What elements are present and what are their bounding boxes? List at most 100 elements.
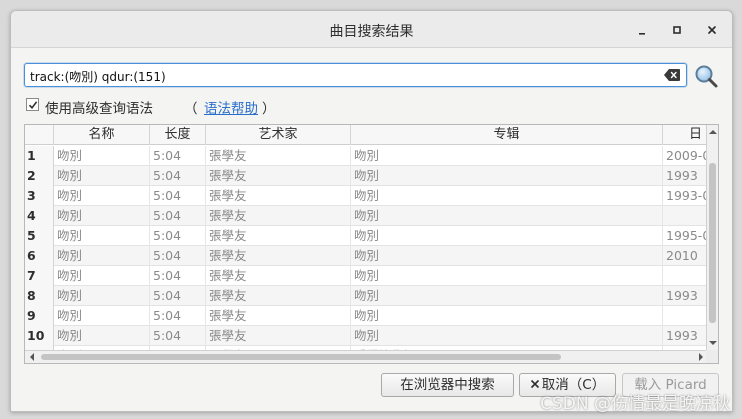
cell-album: 吻別 [351, 326, 663, 346]
cell-date [663, 306, 708, 326]
window-title: 曲目搜索结果 [329, 24, 414, 40]
cell-index: 1 [25, 146, 54, 166]
scrollbar-corner [706, 350, 718, 363]
cell-album: 吻別 [351, 166, 663, 186]
search-in-browser-button[interactable]: 在浏览器中搜索 [381, 373, 514, 397]
help-paren-open: （ [184, 101, 198, 117]
cell-length: 5:04 [150, 286, 206, 306]
cell-name: 吻別 [54, 226, 150, 246]
table-row[interactable]: 2 吻別 5:04 張學友 吻別 1993 [25, 166, 708, 186]
cell-artist: 張學友 [206, 206, 351, 226]
cell-index: 10 [25, 326, 54, 346]
cell-name: 吻別 [54, 186, 150, 206]
cell-album: 吻別 [351, 146, 663, 166]
checkmark-icon [28, 101, 38, 110]
cell-artist: 張學友 [206, 286, 351, 306]
vertical-scrollbar[interactable] [706, 125, 718, 351]
table-row[interactable]: 8 吻別 5:04 張學友 吻別 1993 [25, 286, 708, 306]
table-row[interactable]: 5 吻別 5:04 張學友 吻別 1995-0 [25, 226, 708, 246]
cell-artist: 張學友 [206, 246, 351, 266]
cell-album: 吻別 [351, 286, 663, 306]
cell-length: 5:04 [150, 326, 206, 346]
column-header-index[interactable] [25, 125, 54, 145]
table-row[interactable]: 1 吻別 5:04 張學友 吻別 2009-0 [25, 146, 708, 166]
vertical-scroll-thumb[interactable] [709, 163, 716, 323]
column-header-album[interactable]: 专辑 [351, 125, 663, 145]
table-row[interactable]: 10 吻別 5:04 張學友 吻別 1993 [25, 326, 708, 346]
cell-name: 吻別 [54, 206, 150, 226]
cell-date: 1993-0 [663, 186, 708, 206]
syntax-help-link[interactable]: 语法帮助 [204, 97, 258, 117]
scroll-down-icon[interactable] [709, 339, 717, 347]
cell-index: 3 [25, 186, 54, 206]
column-header-length[interactable]: 长度 [150, 125, 206, 145]
cell-artist: 張學友 [206, 306, 351, 326]
cell-length: 5:04 [150, 266, 206, 286]
cell-album: 吻別 [351, 226, 663, 246]
minimize-button[interactable] [631, 19, 653, 41]
table-body: 1 吻別 5:04 張學友 吻別 2009-0 2 吻別 5:04 張學友 吻別 1993 3 吻別 5:0… [25, 146, 708, 351]
cell-artist: 張學友 [206, 186, 351, 206]
cell-artist: 張學友 [206, 326, 351, 346]
table-row[interactable]: 4 吻別 5:04 張學友 吻別 [25, 206, 708, 226]
search-query-text[interactable]: track:(吻別) qdur:(151) [30, 68, 166, 85]
cell-date [663, 266, 708, 286]
cell-index: 4 [25, 206, 54, 226]
help-paren-close: ） [262, 101, 276, 117]
results-table: 名称 长度 艺术家 专辑 日 1 吻別 5:04 張學友 吻別 2009-0 2 吻別 5:04… [24, 124, 719, 364]
cell-date: 1995-0 [663, 226, 708, 246]
search-input[interactable]: track:(吻別) qdur:(151) [24, 63, 687, 87]
table-row[interactable]: 6 吻別 5:04 張學友 吻別 2010 [25, 246, 708, 266]
cell-album: 吻別 [351, 246, 663, 266]
table-row[interactable]: 7 吻別 5:04 張學友 吻別 [25, 266, 708, 286]
search-icon[interactable] [693, 63, 719, 89]
minimize-icon [639, 33, 645, 35]
cell-album: 吻別 [351, 306, 663, 326]
horizontal-scroll-thumb[interactable] [41, 354, 561, 360]
close-icon [708, 26, 716, 34]
search-row: track:(吻別) qdur:(151) [24, 63, 719, 91]
cell-index: 9 [25, 306, 54, 326]
cell-length: 5:04 [150, 306, 206, 326]
column-header-name[interactable]: 名称 [54, 125, 150, 145]
horizontal-scrollbar[interactable] [25, 350, 708, 363]
cell-album: 吻別 [351, 266, 663, 286]
cell-date: 1993 [663, 326, 708, 346]
cell-name: 吻別 [54, 286, 150, 306]
cell-name: 吻別 [54, 326, 150, 346]
clear-icon[interactable] [664, 69, 680, 81]
advanced-syntax-label: 使用高级查询语法 [45, 101, 153, 117]
cell-length: 5:04 [150, 246, 206, 266]
cell-date: 2009-0 [663, 146, 708, 166]
cell-name: 吻別 [54, 266, 150, 286]
scroll-up-icon[interactable] [709, 128, 717, 136]
cell-date [663, 206, 708, 226]
scroll-left-icon[interactable] [28, 353, 36, 361]
search-results-dialog: 曲目搜索结果 track:(吻別) qdur:(151) 使用高级查询语法 （ … [10, 10, 733, 412]
cell-artist: 張學友 [206, 166, 351, 186]
cell-name: 吻別 [54, 246, 150, 266]
cell-length: 5:04 [150, 206, 206, 226]
watermark: CSDN @伤情最是晚凉秋 [540, 394, 730, 414]
cell-date: 1993 [663, 286, 708, 306]
maximize-button[interactable] [666, 19, 688, 41]
cell-date: 1993 [663, 166, 708, 186]
cell-name: 吻別 [54, 146, 150, 166]
cell-date: 2010 [663, 246, 708, 266]
cell-length: 5:04 [150, 146, 206, 166]
advanced-syntax-checkbox[interactable] [26, 98, 39, 111]
close-button[interactable] [701, 19, 723, 41]
maximize-icon [673, 26, 681, 34]
cell-name: 吻別 [54, 306, 150, 326]
scroll-right-icon[interactable] [697, 353, 705, 361]
cancel-icon [530, 379, 539, 389]
cell-length: 5:04 [150, 186, 206, 206]
cell-index: 7 [25, 266, 54, 286]
column-header-artist[interactable]: 艺术家 [206, 125, 351, 145]
cell-index: 6 [25, 246, 54, 266]
table-row[interactable]: 3 吻別 5:04 張學友 吻別 1993-0 [25, 186, 708, 206]
table-header: 名称 长度 艺术家 专辑 日 [25, 125, 708, 145]
table-row[interactable]: 9 吻別 5:04 張學友 吻別 [25, 306, 708, 326]
cell-length: 5:04 [150, 166, 206, 186]
cell-index: 2 [25, 166, 54, 186]
